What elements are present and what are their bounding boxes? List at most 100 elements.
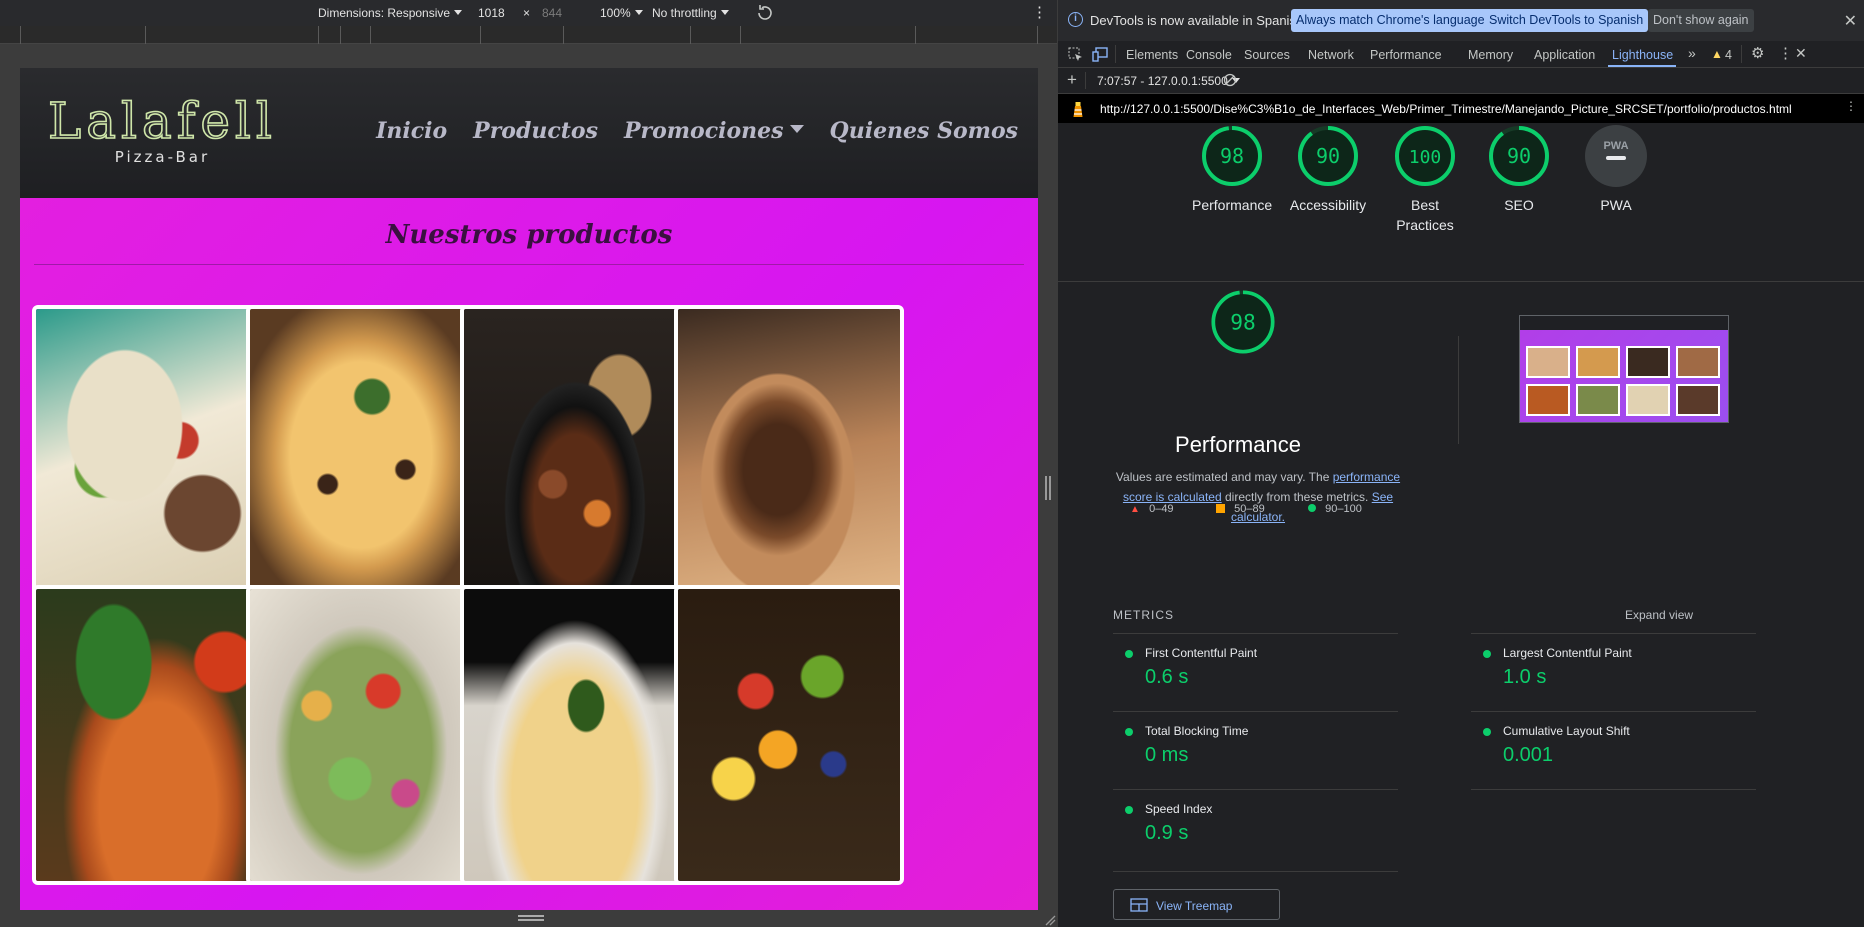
tab-elements[interactable]: Elements [1126,48,1178,62]
nav-link-quienes-somos[interactable]: Quienes Somos [830,118,1018,144]
throttling-dropdown[interactable]: No throttling [652,6,729,20]
width-input[interactable]: 1018 [478,6,505,20]
score-value-performance: 98 [1220,144,1244,168]
tab-performance[interactable]: Performance [1370,48,1442,62]
report-menu-icon[interactable]: ⋮ [1845,99,1857,113]
performance-description: Values are estimated and may vary. The p… [1115,470,1401,524]
more-options-icon[interactable]: ⋮ [1032,3,1047,21]
fruit-salad-photo [678,589,900,881]
metric-name: First Contentful Paint [1145,646,1258,660]
media-query-ruler[interactable] [0,26,1057,44]
device-toolbar: Dimensions: Responsive 1018 × 844 100% N… [0,0,1057,26]
product-card-salad[interactable] [246,585,476,885]
metric-speed-index: Speed Index 0.9 s [1113,789,1398,855]
tab-memory[interactable]: Memory [1468,48,1513,62]
logo-subtitle: Pizza-Bar [114,148,211,166]
score-gauge-accessibility[interactable]: 90 Accessibility [1288,123,1368,215]
lighthouse-report: 98 Performance 90 Accessibility 100 Best… [1058,123,1864,927]
height-resize-handle[interactable] [518,915,544,921]
devtools-splitter-handle[interactable] [1045,476,1051,500]
viewport-bottom-bar [0,910,1057,927]
circle-icon [1308,504,1316,512]
score-gauge-seo[interactable]: 90 SEO [1479,123,1559,215]
tab-console[interactable]: Console [1186,48,1232,62]
square-icon [1216,504,1225,513]
nav-link-productos[interactable]: Productos [473,118,598,144]
site-header: Lalafell Pizza-Bar Inicio Productos Prom… [20,68,1038,198]
dimensions-dropdown[interactable]: Dimensions: Responsive [318,6,462,20]
product-card-stew[interactable] [460,305,690,605]
performance-big-gauge: 98 [1208,287,1278,362]
score-label-pwa: PWA [1600,197,1632,213]
pasta-photo [464,589,686,881]
score-gauge-pwa[interactable]: PWA PWA [1576,123,1656,215]
new-report-plus-icon[interactable]: + [1067,70,1077,90]
dont-show-again-button[interactable]: Don't show again [1648,9,1754,32]
report-url[interactable]: http://127.0.0.1:5500/Dise%C3%B1o_de_Int… [1100,102,1792,116]
clear-reports-icon[interactable] [1223,73,1237,90]
lasagna-photo [36,589,258,881]
metric-name: Speed Index [1145,802,1213,816]
tab-application[interactable]: Application [1534,48,1595,62]
active-tab-indicator [1608,65,1676,67]
vertical-separator [1458,336,1459,444]
metric-value: 0.9 s [1145,822,1189,844]
product-card-steak[interactable] [674,305,904,605]
performance-big-score: 98 [1230,310,1256,335]
nav-link-inicio[interactable]: Inicio [376,118,447,144]
warning-icon[interactable]: ▲ [1711,47,1723,61]
final-screenshot-thumbnail[interactable] [1519,315,1729,423]
product-card-fruit-salad[interactable] [674,585,904,885]
tab-network[interactable]: Network [1308,48,1354,62]
score-gauge-performance[interactable]: 98 Performance [1192,123,1272,215]
metric-name: Largest Contentful Paint [1503,646,1632,660]
view-treemap-button[interactable]: View Treemap [1113,889,1280,920]
legend-fail: ▲ 0–49 [1130,503,1174,515]
steak-photo [678,309,900,601]
switch-language-button[interactable]: Switch DevTools to Spanish [1484,9,1649,32]
height-input[interactable]: 844 [542,6,562,20]
metric-name: Total Blocking Time [1145,724,1249,738]
browser-window: Dimensions: Responsive 1018 × 844 100% N… [0,0,1864,927]
inspect-element-icon[interactable] [1068,47,1083,65]
score-value-accessibility: 90 [1316,144,1340,168]
customize-menu-icon[interactable]: ⋮ [1778,44,1793,62]
site-logo[interactable]: Lalafell Pizza-Bar [47,95,277,166]
score-gauge-best-practices[interactable]: 100 Best Practices [1380,123,1470,235]
score-value-seo: 90 [1507,144,1531,168]
tab-sources[interactable]: Sources [1244,48,1290,62]
product-card-lasagna[interactable] [32,585,262,885]
rotate-icon[interactable] [755,3,775,26]
score-label-accessibility: Accessibility [1289,197,1367,213]
pass-dot-icon [1483,728,1491,736]
report-url-bar: http://127.0.0.1:5500/Dise%C3%B1o_de_Int… [1058,94,1864,123]
product-card-tacos[interactable] [32,305,262,605]
pass-dot-icon [1125,728,1133,736]
metric-cls: Cumulative Layout Shift 0.001 [1471,711,1756,777]
metrics-heading: METRICS [1113,608,1174,622]
nav-dropdown-promociones[interactable]: Promociones [624,118,804,144]
product-card-pasta[interactable] [460,585,690,885]
site-nav: Inicio Productos Promociones Quienes Som… [376,118,1018,144]
metric-value: 0 ms [1145,744,1189,766]
pass-dot-icon [1483,650,1491,658]
metric-value: 0.001 [1503,744,1554,766]
tab-lighthouse[interactable]: Lighthouse [1612,48,1673,62]
info-icon: i [1068,12,1083,27]
corner-resize-handle[interactable] [1044,914,1056,926]
close-icon[interactable]: ✕ [1844,11,1857,31]
zoom-dropdown[interactable]: 100% [600,6,643,20]
performance-title: Performance [1175,432,1301,457]
warnings-count[interactable]: 4 [1725,48,1732,62]
more-tabs-icon[interactable]: » [1688,45,1696,61]
expand-view-toggle[interactable]: Expand view [1625,608,1693,622]
score-label-best-practices: Best Practices [1396,197,1454,233]
pizza-photo [250,309,472,601]
match-language-button[interactable]: Always match Chrome's language [1291,9,1490,32]
language-infobar: i DevTools is now available in Spanish! … [1058,0,1864,41]
report-selector[interactable]: 7:07:57 - 127.0.0.1:5500 [1097,74,1240,88]
close-devtools-icon[interactable]: ✕ [1795,45,1807,62]
settings-gear-icon[interactable]: ⚙ [1751,44,1764,62]
device-toggle-icon[interactable] [1092,47,1108,65]
product-card-pizza[interactable] [246,305,476,605]
